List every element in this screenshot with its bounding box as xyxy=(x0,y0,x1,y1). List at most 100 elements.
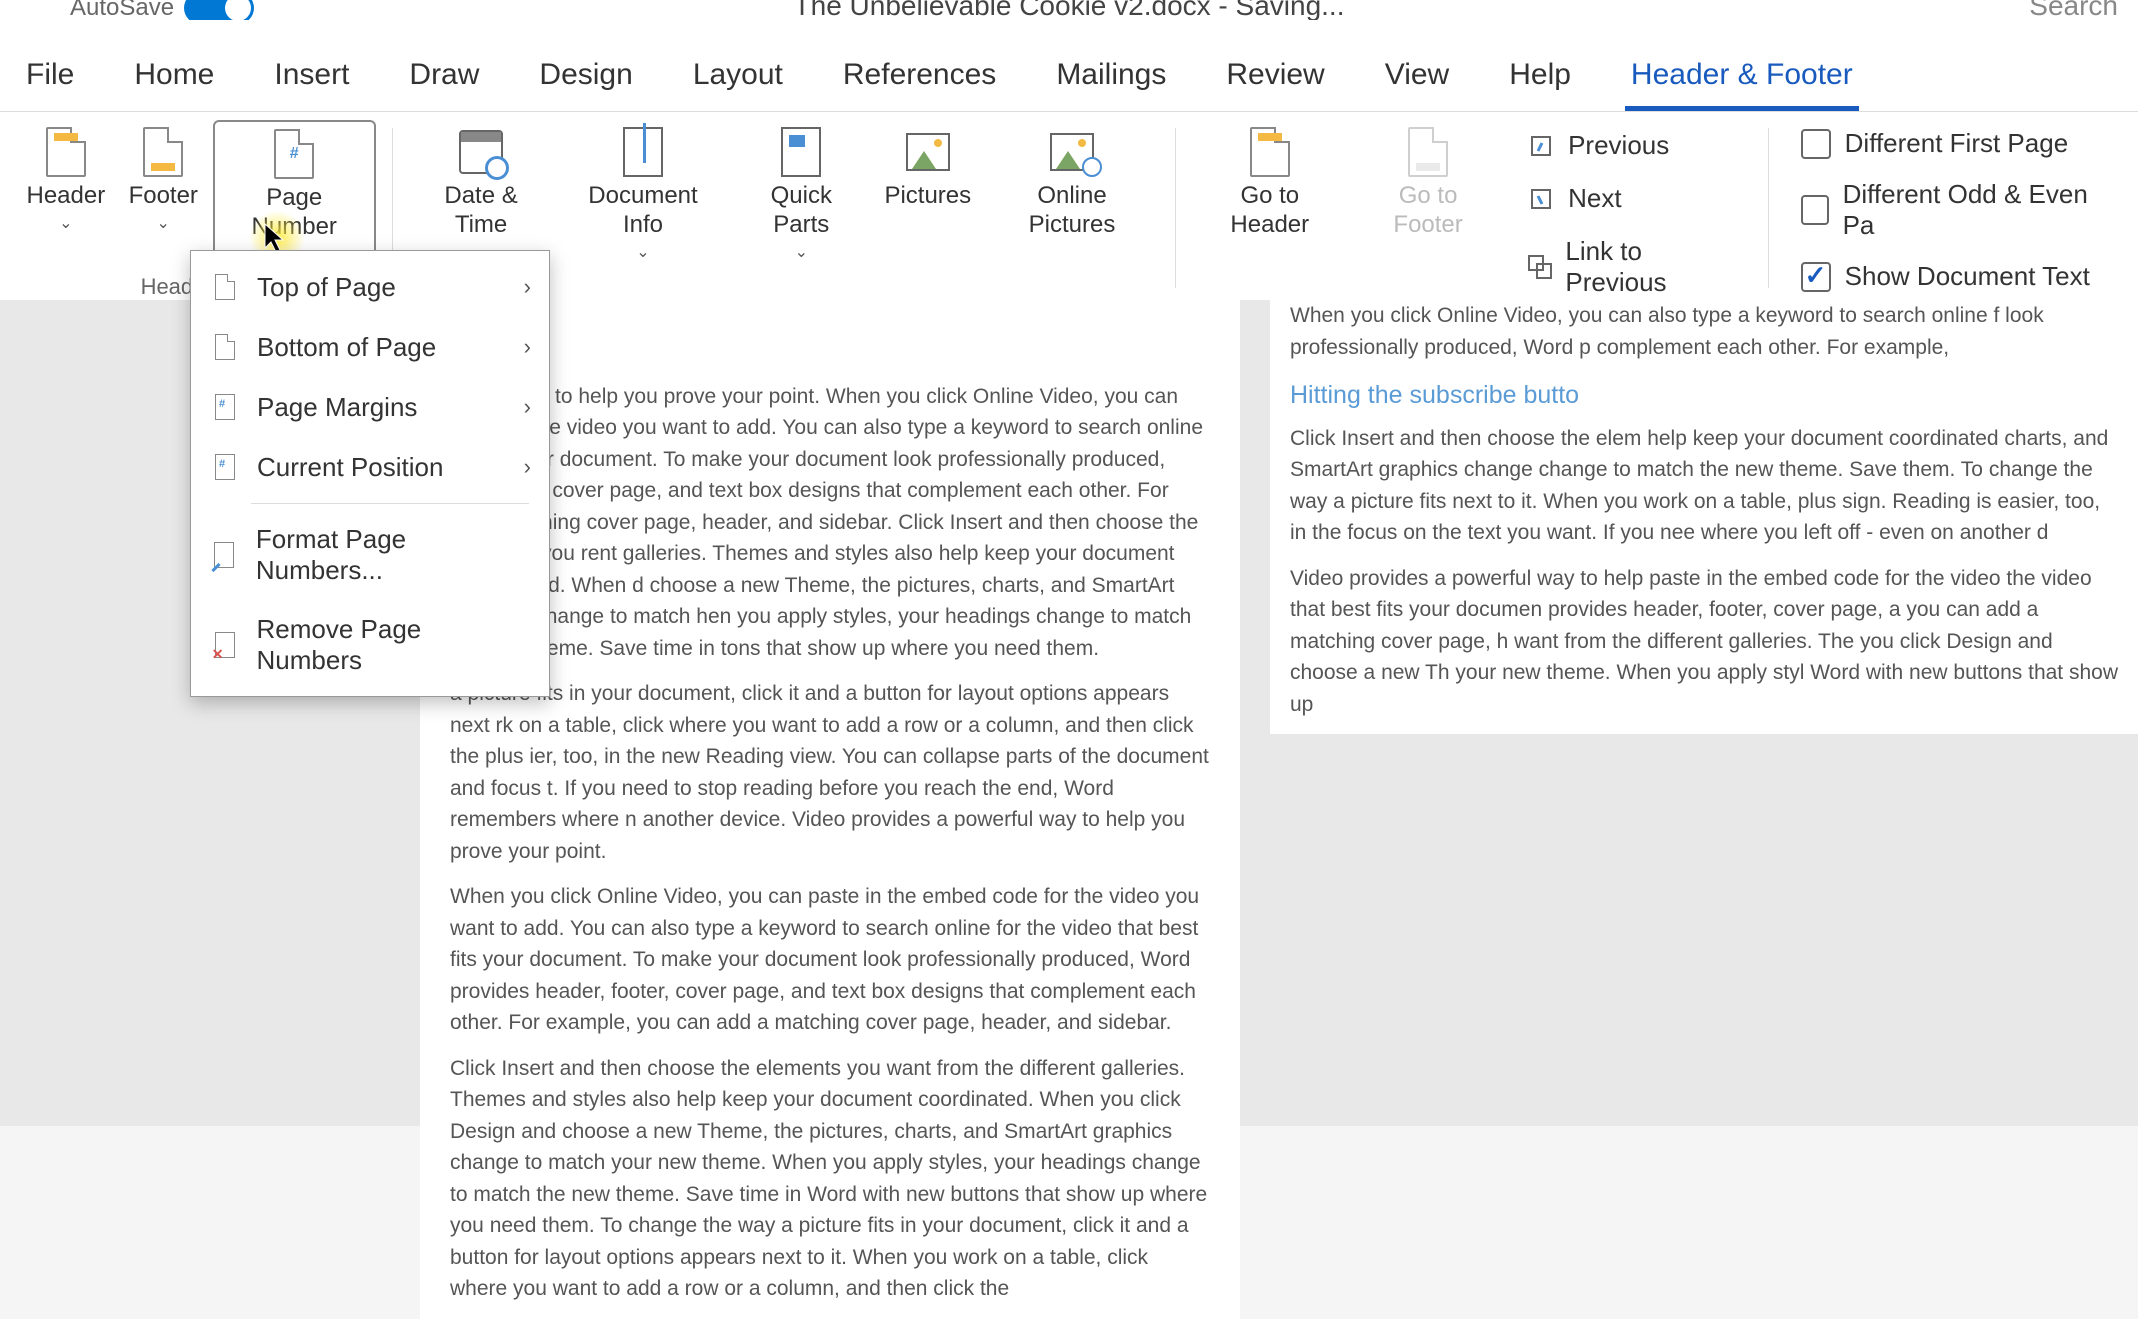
next-icon xyxy=(1526,184,1556,214)
page-number-icon: # xyxy=(274,129,314,179)
doc-paragraph: a picture fits in your document, click i… xyxy=(450,678,1210,867)
quick-parts-label: Quick Parts xyxy=(744,182,858,240)
current-position-item[interactable]: # Current Position › xyxy=(191,437,549,497)
doc-subheading-partial: ted xyxy=(450,339,1210,371)
page-hash-icon: # xyxy=(211,391,239,423)
tab-header-footer[interactable]: Header & Footer xyxy=(1625,58,1859,111)
tab-file[interactable]: File xyxy=(20,58,80,111)
previous-icon xyxy=(1526,131,1556,161)
tab-view[interactable]: View xyxy=(1379,58,1455,111)
next-button[interactable]: Next xyxy=(1518,179,1742,218)
header-button[interactable]: Header ⌄ xyxy=(18,120,114,241)
different-odd-even-label: Different Odd & Even Pa xyxy=(1843,179,2104,241)
link-previous-label: Link to Previous xyxy=(1565,236,1733,298)
side-page[interactable]: When you click Online Video, you can als… xyxy=(1270,300,2138,734)
autosave-label: AutoSave xyxy=(70,0,174,20)
side-paragraph: Click Insert and then choose the elem he… xyxy=(1290,423,2118,549)
chevron-down-icon: ⌄ xyxy=(59,213,72,233)
side-paragraph: Video provides a powerful way to help pa… xyxy=(1290,563,2118,721)
header-icon xyxy=(46,127,86,177)
online-pictures-button[interactable]: Online Pictures xyxy=(985,120,1158,248)
doc-paragraph: Click Insert and then choose the element… xyxy=(450,1053,1210,1305)
page-icon xyxy=(211,331,239,363)
goto-header-button[interactable]: Go to Header xyxy=(1191,120,1348,248)
doc-paragraph: werful way to help you prove your point.… xyxy=(450,381,1210,665)
format-page-numbers-item[interactable]: Format Page Numbers... xyxy=(191,510,549,600)
tab-review[interactable]: Review xyxy=(1220,58,1330,111)
tab-layout[interactable]: Layout xyxy=(687,58,789,111)
checkbox-checked-icon xyxy=(1801,262,1831,292)
tab-mailings[interactable]: Mailings xyxy=(1050,58,1172,111)
different-odd-even-checkbox[interactable]: Different Odd & Even Pa xyxy=(1801,179,2104,241)
goto-header-label: Go to Header xyxy=(1203,182,1336,240)
document-info-button[interactable]: Document Info ⌄ xyxy=(560,120,727,270)
remove-icon: ✕ xyxy=(211,629,239,661)
different-first-page-label: Different First Page xyxy=(1845,128,2069,159)
show-document-text-label: Show Document Text xyxy=(1845,261,2090,292)
submenu-arrow-icon: › xyxy=(524,454,531,480)
footer-icon xyxy=(143,127,183,177)
remove-page-numbers-item[interactable]: ✕ Remove Page Numbers xyxy=(191,600,549,690)
top-of-page-label: Top of Page xyxy=(257,272,396,303)
footer-button[interactable]: Footer ⌄ xyxy=(120,120,207,241)
tab-design[interactable]: Design xyxy=(533,58,638,111)
search-input[interactable]: Search xyxy=(2029,0,2118,20)
doc-paragraph: When you click Online Video, you can pas… xyxy=(450,881,1210,1039)
chevron-down-icon: ⌄ xyxy=(636,242,649,262)
quick-parts-button[interactable]: Quick Parts ⌄ xyxy=(732,120,870,270)
page-hash-icon: # xyxy=(211,451,239,483)
ribbon-tabs: File Home Insert Draw Design Layout Refe… xyxy=(0,20,2138,112)
menu-separator xyxy=(251,503,529,504)
chevron-down-icon: ⌄ xyxy=(795,242,808,262)
link-icon xyxy=(1526,252,1553,282)
page-margins-label: Page Margins xyxy=(257,392,417,423)
top-of-page-item[interactable]: Top of Page › xyxy=(191,257,549,317)
different-first-page-checkbox[interactable]: Different First Page xyxy=(1801,128,2104,159)
goto-header-icon xyxy=(1250,127,1290,177)
online-pictures-label: Online Pictures xyxy=(997,182,1146,240)
tab-references[interactable]: References xyxy=(837,58,1002,111)
pictures-icon xyxy=(906,133,950,171)
submenu-arrow-icon: › xyxy=(524,274,531,300)
document-info-label: Document Info xyxy=(572,182,715,240)
checkbox-icon xyxy=(1801,195,1829,225)
tab-home[interactable]: Home xyxy=(128,58,220,111)
submenu-arrow-icon: › xyxy=(524,334,531,360)
show-document-text-checkbox[interactable]: Show Document Text xyxy=(1801,261,2104,292)
next-label: Next xyxy=(1568,183,1621,214)
date-time-label: Date & Time xyxy=(421,182,542,240)
doc-heading-partial: sert xyxy=(450,300,1210,339)
remove-page-numbers-label: Remove Page Numbers xyxy=(257,614,530,676)
link-previous-button[interactable]: Link to Previous xyxy=(1518,232,1742,302)
autosave-toggle[interactable] xyxy=(184,0,254,20)
bottom-of-page-label: Bottom of Page xyxy=(257,332,436,363)
goto-footer-icon xyxy=(1408,127,1448,177)
tab-insert[interactable]: Insert xyxy=(268,58,355,111)
current-position-label: Current Position xyxy=(257,452,443,483)
online-pictures-icon xyxy=(1050,133,1094,171)
page-margins-item[interactable]: # Page Margins › xyxy=(191,377,549,437)
chevron-down-icon: ⌄ xyxy=(157,213,170,233)
format-icon xyxy=(211,539,238,571)
footer-label: Footer xyxy=(129,182,198,211)
page-number-dropdown: Top of Page › Bottom of Page › # Page Ma… xyxy=(190,250,550,697)
format-page-numbers-label: Format Page Numbers... xyxy=(256,524,529,586)
page-icon xyxy=(211,271,239,303)
side-heading: Hitting the subscribe butto xyxy=(1290,377,2118,415)
date-time-button[interactable]: Date & Time xyxy=(409,120,554,248)
previous-button[interactable]: Previous xyxy=(1518,126,1742,165)
submenu-arrow-icon: › xyxy=(524,394,531,420)
calendar-icon xyxy=(459,130,503,174)
document-info-icon xyxy=(623,127,663,177)
side-paragraph: When you click Online Video, you can als… xyxy=(1290,300,2118,363)
goto-footer-label: Go to Footer xyxy=(1366,182,1490,240)
bottom-of-page-item[interactable]: Bottom of Page › xyxy=(191,317,549,377)
pictures-button[interactable]: Pictures xyxy=(876,120,979,219)
document-title: The Unbelievable Cookie v2.docx - Saving… xyxy=(794,0,1345,20)
quick-parts-icon xyxy=(781,127,821,177)
tab-help[interactable]: Help xyxy=(1503,58,1577,111)
pictures-label: Pictures xyxy=(884,182,971,211)
goto-footer-button: Go to Footer xyxy=(1354,120,1502,248)
tab-draw[interactable]: Draw xyxy=(403,58,485,111)
checkbox-icon xyxy=(1801,129,1831,159)
